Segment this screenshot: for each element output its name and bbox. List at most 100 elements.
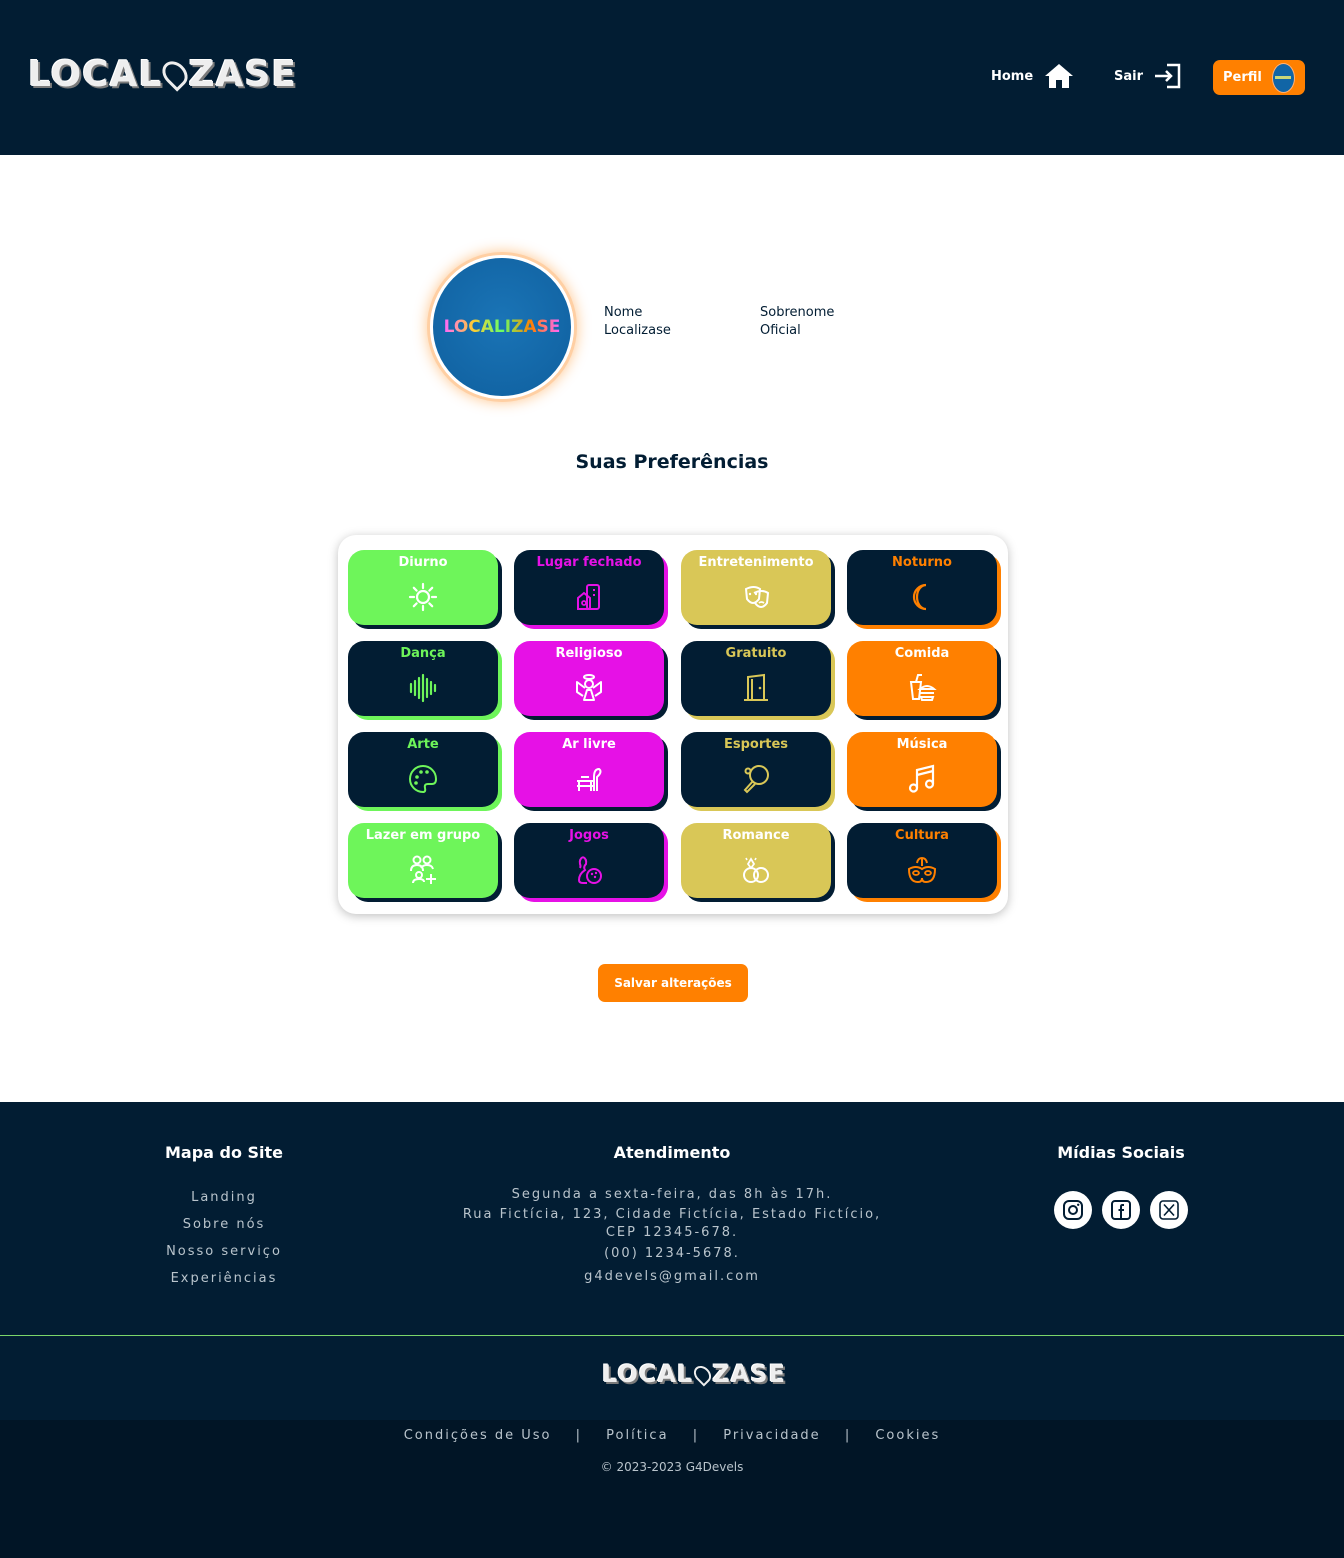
support-address: Rua Fictícia, 123, Cidade Fictícia, Esta… (462, 1207, 882, 1222)
nav-home-label: Home (991, 68, 1034, 84)
door-icon (744, 673, 768, 701)
legal-link[interactable]: Política (606, 1428, 668, 1443)
preference-card[interactable]: Entretenimento (681, 550, 831, 625)
preference-card[interactable]: Gratuito (681, 641, 831, 716)
nome-value: Localizase (604, 323, 671, 338)
nav-logout-label: Sair (1114, 68, 1144, 84)
legal-link[interactable]: Privacidade (723, 1428, 820, 1443)
legal-link[interactable]: Condições de Uso (404, 1428, 552, 1443)
profile-avatar[interactable]: LOCALIZASE (430, 255, 574, 399)
preference-card[interactable]: Diurno (348, 550, 498, 625)
instagram-button[interactable] (1054, 1191, 1092, 1229)
palette-icon (409, 764, 438, 794)
building-icon (577, 584, 600, 610)
sitemap-link[interactable]: Sobre nós (124, 1211, 324, 1238)
site-header: LOCAL ZASE Home Sair Perfil (0, 0, 1344, 155)
preference-card[interactable]: Esportes (681, 732, 831, 807)
copyright: © 2023-2023 G4Devels (600, 1460, 744, 1474)
preference-label: Esportes (723, 737, 789, 752)
rings-icon (743, 857, 769, 883)
preference-label: Noturno (892, 555, 952, 570)
preferences-title: Suas Preferências (575, 451, 769, 473)
music-note-icon (908, 764, 935, 793)
preference-card[interactable]: Arte (348, 732, 498, 807)
preference-card[interactable]: Cultura (847, 823, 997, 898)
legal-separator: | (575, 1428, 583, 1443)
site-logo[interactable]: LOCAL ZASE (28, 54, 297, 95)
facebook-button[interactable] (1102, 1191, 1140, 1229)
facebook-icon (1111, 1200, 1131, 1220)
moon-icon (912, 583, 927, 611)
soundwave-icon (409, 673, 437, 703)
group-add-icon (410, 855, 436, 884)
sun-icon (408, 582, 438, 612)
preference-card[interactable]: Dança (348, 641, 498, 716)
nav-profile-button[interactable]: Perfil (1213, 60, 1305, 95)
nav-profile-label: Perfil (1223, 70, 1262, 85)
preference-label: Romance (722, 828, 790, 843)
home-icon (1045, 64, 1074, 88)
sitemap-link[interactable]: Nosso serviço (124, 1238, 324, 1265)
support-hours: Segunda a sexta-feira, das 8h às 17h. (511, 1187, 833, 1202)
nav-home-link[interactable]: Home (991, 62, 1075, 90)
save-button[interactable]: Salvar alterações (598, 964, 748, 1002)
preference-card[interactable]: Romance (681, 823, 831, 898)
legal-separator: | (844, 1428, 852, 1443)
preference-card[interactable]: Jogos (514, 823, 664, 898)
avatar-logo-text: LOCALIZASE (443, 317, 561, 337)
legal-links: Condições de Uso | Política | Privacidad… (0, 1428, 1344, 1443)
preference-label: Comida (894, 646, 950, 661)
preference-label: Diurno (398, 555, 448, 570)
preference-label: Música (896, 737, 948, 752)
preference-card[interactable]: Comida (847, 641, 997, 716)
legal-link[interactable]: Cookies (875, 1428, 940, 1443)
preference-card[interactable]: Noturno (847, 550, 997, 625)
bowling-icon (577, 856, 602, 884)
x-twitter-icon (1159, 1200, 1179, 1220)
preference-label: Gratuito (725, 646, 787, 661)
logo-text-left: LOCAL (28, 54, 163, 95)
logout-icon (1155, 63, 1181, 89)
sitemap-link[interactable]: Landing (124, 1184, 324, 1211)
sobrenome-value: Oficial (760, 323, 801, 338)
angel-icon (576, 674, 602, 701)
preference-card[interactable]: Lugar fechado (514, 550, 664, 625)
sitemap-links: Landing Sobre nós Nosso serviço Experiên… (124, 1184, 324, 1292)
instagram-icon (1063, 1200, 1083, 1220)
preference-card[interactable]: Música (847, 732, 997, 807)
nome-field: Nome Localizase (604, 304, 671, 340)
preference-label: Ar livre (562, 737, 616, 752)
sitemap-link[interactable]: Experiências (124, 1265, 324, 1292)
logo-text-right: ZASE (188, 54, 297, 95)
preference-label: Entretenimento (698, 555, 814, 570)
preferences-panel: Diurno Lugar fechado Entretenimento Noturno… (338, 535, 1008, 914)
nav-logout-link[interactable]: Sair (1114, 62, 1183, 90)
preference-label: Lugar fechado (536, 555, 642, 570)
sobrenome-label: Sobrenome (760, 305, 835, 320)
preference-label: Jogos (569, 828, 609, 843)
support-title: Atendimento (613, 1143, 731, 1162)
preference-label: Dança (400, 646, 446, 661)
fastfood-icon (909, 674, 937, 701)
ping-pong-icon (743, 765, 769, 794)
preference-label: Arte (407, 737, 439, 752)
x-twitter-button[interactable] (1150, 1191, 1188, 1229)
preference-label: Lazer em grupo (365, 828, 481, 843)
social-title: Mídias Sociais (1057, 1143, 1185, 1162)
nome-label: Nome (604, 305, 643, 320)
preference-card[interactable]: Ar livre (514, 732, 664, 807)
support-email[interactable]: g4devels@gmail.com (422, 1265, 922, 1288)
carnival-mask-icon (907, 856, 937, 884)
preference-card[interactable]: Religioso (514, 641, 664, 716)
support-info: Segunda a sexta-feira, das 8h às 17h. Ru… (422, 1183, 922, 1288)
theater-masks-icon (744, 586, 770, 608)
support-phone: (00) 1234-5678. (604, 1246, 740, 1261)
footer-logo[interactable]: LOCAL ZASE (602, 1360, 786, 1388)
legal-separator: | (692, 1428, 700, 1443)
preference-card[interactable]: Lazer em grupo (348, 823, 498, 898)
sobrenome-field: Sobrenome Oficial (760, 304, 834, 340)
footer-divider (0, 1335, 1344, 1336)
sitemap-title: Mapa do Site (164, 1143, 284, 1162)
logo-text-left: LOCAL (602, 1360, 694, 1388)
support-address: CEP 12345-678. (605, 1225, 739, 1240)
